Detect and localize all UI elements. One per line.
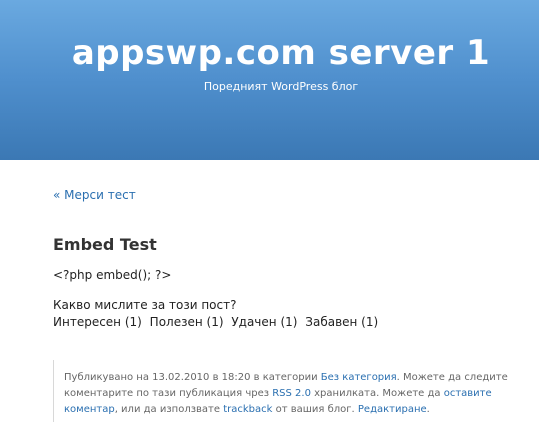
poll-options: Интересен (1) Полезен (1) Удачен (1) Заб…: [53, 315, 382, 329]
previous-post-link[interactable]: « Мерси тест: [53, 188, 136, 202]
poll-question: Какво мислите за този пост?: [53, 298, 237, 312]
poll-option-useful[interactable]: Полезен (1): [150, 315, 224, 329]
category-link[interactable]: Без категория: [321, 372, 397, 383]
poll-option-funny[interactable]: Забавен (1): [305, 315, 378, 329]
meta-text: от вашия блог.: [272, 404, 358, 415]
post-content: <?php embed(); ?>: [53, 268, 172, 282]
meta-text: хранилката. Можете да: [310, 388, 444, 399]
post-navigation: « Мерси тест: [53, 188, 136, 202]
meta-text: Публикувано на 13.02.2010 в 18:20 в кате…: [64, 372, 321, 383]
rss-feed-link[interactable]: RSS 2.0: [272, 388, 311, 399]
meta-text: .: [426, 404, 430, 415]
blog-tagline: Поредният WordPress блог: [203, 80, 359, 93]
blog-header: appswp.com server 1 Поредният WordPress …: [0, 0, 539, 160]
previous-post-title: Мерси тест: [64, 188, 136, 202]
poll-option-apt[interactable]: Удачен (1): [231, 315, 297, 329]
post-title: Embed Test: [53, 235, 157, 254]
blog-title-link[interactable]: appswp.com server 1: [0, 33, 539, 73]
poll-option-interesting[interactable]: Интересен (1): [53, 315, 142, 329]
meta-text: , или да използвате: [114, 404, 224, 415]
post-meta: Публикувано на 13.02.2010 в 18:20 в кате…: [53, 360, 523, 422]
edit-post-link[interactable]: Редактиране: [358, 404, 427, 415]
prev-arrow: «: [53, 188, 61, 202]
trackback-link[interactable]: trackback: [223, 404, 272, 415]
